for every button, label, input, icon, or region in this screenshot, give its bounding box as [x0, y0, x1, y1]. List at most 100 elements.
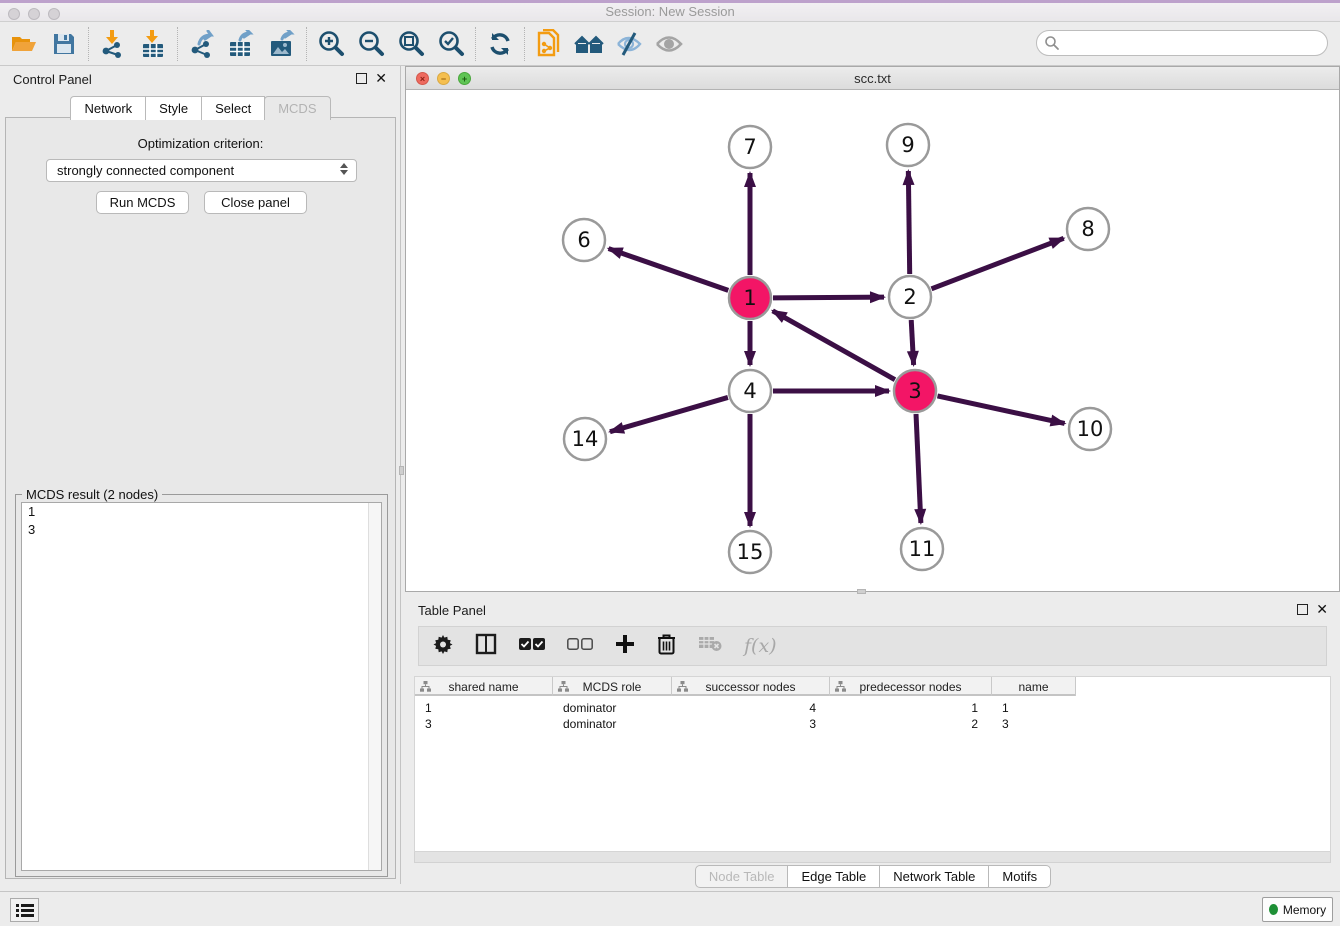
table-cell[interactable]: 1 — [415, 700, 553, 716]
save-session-icon[interactable] — [44, 27, 84, 61]
main-toolbar — [0, 22, 1340, 66]
table-cell[interactable]: 2 — [830, 716, 992, 732]
zoom-fit-icon[interactable] — [391, 27, 431, 61]
mcds-panel-body: Optimization criterion: strongly connect… — [5, 117, 396, 879]
table-cell[interactable]: dominator — [553, 700, 672, 716]
tab-style[interactable]: Style — [145, 96, 202, 120]
table-options-gear-icon[interactable] — [433, 634, 453, 659]
graph-edge-2-9[interactable] — [908, 171, 909, 274]
open-session-icon[interactable] — [4, 27, 44, 61]
tab-select[interactable]: Select — [201, 96, 265, 120]
new-network-from-selection-icon[interactable] — [529, 27, 569, 61]
screen-edge-strip — [0, 0, 1340, 3]
toolbar-separator — [524, 27, 525, 61]
window-titlebar: Session: New Session — [0, 0, 1340, 22]
table-cell[interactable]: dominator — [553, 716, 672, 732]
table-panel-header: Table Panel ✕ — [405, 597, 1340, 623]
toolbar-separator — [88, 27, 89, 61]
column-header-shared-name[interactable]: shared name — [415, 677, 553, 696]
table-cell[interactable]: 3 — [992, 716, 1076, 732]
network-canvas[interactable]: 7968124314101511 — [406, 90, 1339, 591]
graph-node-label: 3 — [908, 379, 921, 403]
table-row[interactable]: 1dominator411 — [415, 700, 1076, 716]
search-input[interactable] — [1036, 30, 1328, 56]
zoom-out-icon[interactable] — [351, 27, 391, 61]
memory-label: Memory — [1283, 903, 1326, 917]
graph-edge-2-3[interactable] — [911, 320, 913, 365]
tab-network[interactable]: Network — [70, 96, 146, 120]
close-panel-icon[interactable]: ✕ — [375, 70, 387, 86]
graph-node-label: 4 — [743, 379, 756, 403]
graph-edge-4-14[interactable] — [610, 397, 728, 431]
column-header-MCDS-role[interactable]: MCDS role — [553, 677, 672, 696]
control-panel: Control Panel ✕ NetworkStyleSelectMCDS O… — [0, 66, 401, 884]
show-hidden-icon[interactable] — [649, 27, 689, 61]
zoom-in-icon[interactable] — [311, 27, 351, 61]
mcds-result-item[interactable]: 1 — [22, 503, 381, 521]
deselect-all-checkboxes-icon[interactable] — [567, 637, 593, 656]
delete-table-icon — [698, 635, 722, 657]
network-graph[interactable]: 7968124314101511 — [406, 90, 1339, 591]
export-table-icon[interactable] — [222, 27, 262, 61]
float-table-panel-icon[interactable] — [1297, 604, 1308, 615]
tab-motifs[interactable]: Motifs — [988, 865, 1051, 888]
column-header-name[interactable]: name — [992, 677, 1076, 696]
close-table-panel-icon[interactable]: ✕ — [1316, 601, 1328, 617]
first-neighbors-icon[interactable] — [569, 27, 609, 61]
mcds-result-list[interactable]: 1 3 — [21, 502, 382, 871]
table-cell[interactable]: 1 — [830, 700, 992, 716]
graph-edge-3-11[interactable] — [916, 414, 921, 523]
graph-node-label: 6 — [577, 228, 590, 252]
view-resize-handle[interactable] — [857, 589, 866, 594]
close-panel-button[interactable]: Close panel — [204, 191, 307, 214]
table-panel: Table Panel ✕ — [405, 597, 1340, 891]
refresh-layout-icon[interactable] — [480, 27, 520, 61]
result-scrollbar[interactable] — [368, 503, 381, 870]
float-panel-icon[interactable] — [356, 73, 367, 84]
network-view-window: × − + scc.txt 7968124314101511 — [405, 66, 1340, 592]
column-header-successor-nodes[interactable]: successor nodes — [672, 677, 830, 696]
graph-node-label: 10 — [1077, 417, 1104, 441]
graph-edge-2-8[interactable] — [931, 238, 1063, 289]
panel-divider-handle[interactable] — [399, 466, 404, 475]
task-history-button[interactable] — [10, 898, 39, 922]
table-cell[interactable]: 3 — [415, 716, 553, 732]
table-tabs: Node TableEdge TableNetwork TableMotifs — [405, 865, 1340, 888]
memory-button[interactable]: Memory — [1262, 897, 1333, 922]
hide-selected-icon[interactable] — [609, 27, 649, 61]
zoom-selected-icon[interactable] — [431, 27, 471, 61]
tab-network-table[interactable]: Network Table — [879, 865, 989, 888]
table-cell[interactable]: 1 — [992, 700, 1076, 716]
column-manager-icon[interactable] — [475, 633, 497, 660]
optimization-criterion-select[interactable]: strongly connected component — [46, 159, 357, 182]
table-row[interactable]: 3dominator323 — [415, 716, 1076, 732]
tab-node-table[interactable]: Node Table — [695, 865, 789, 888]
node-table: shared nameMCDS rolesuccessor nodesprede… — [414, 676, 1331, 852]
run-mcds-button[interactable]: Run MCDS — [96, 191, 189, 214]
graph-edge-3-10[interactable] — [937, 396, 1064, 424]
column-header-predecessor-nodes[interactable]: predecessor nodes — [830, 677, 992, 696]
import-table-icon[interactable] — [133, 27, 173, 61]
graph-edge-1-2[interactable] — [773, 297, 884, 298]
graph-node-label: 1 — [743, 286, 756, 310]
graph-node-label: 11 — [909, 537, 936, 561]
table-toolbar: f(x) — [418, 626, 1327, 666]
import-network-icon[interactable] — [93, 27, 133, 61]
add-column-icon[interactable] — [615, 634, 635, 659]
tree-icon — [420, 681, 431, 695]
network-window-titlebar[interactable]: × − + scc.txt — [406, 67, 1339, 90]
export-image-icon[interactable] — [262, 27, 302, 61]
graph-edge-3-1[interactable] — [773, 311, 895, 380]
optimization-criterion-value: strongly connected component — [57, 163, 234, 178]
select-all-checkboxes-icon[interactable] — [519, 637, 545, 656]
delete-columns-icon[interactable] — [657, 633, 676, 660]
status-bar: Memory — [0, 891, 1340, 926]
mcds-result-item[interactable]: 3 — [22, 521, 381, 539]
window-title: Session: New Session — [0, 4, 1340, 19]
tab-mcds[interactable]: MCDS — [264, 96, 330, 120]
table-cell[interactable]: 3 — [672, 716, 830, 732]
tab-edge-table[interactable]: Edge Table — [787, 865, 880, 888]
table-cell[interactable]: 4 — [672, 700, 830, 716]
export-network-icon[interactable] — [182, 27, 222, 61]
graph-edge-1-6[interactable] — [609, 249, 729, 291]
